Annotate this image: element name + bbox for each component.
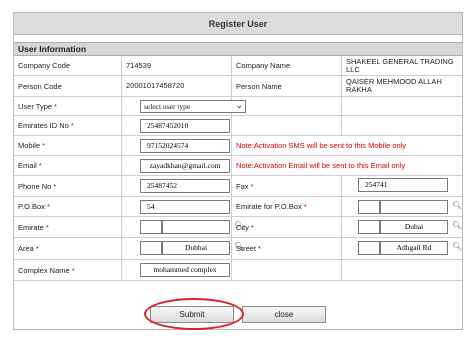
mobile-note: Note:Activation SMS will be sent to this…: [236, 141, 407, 150]
register-user-dialog: Register User User Information Company C…: [13, 12, 463, 330]
company-code-value: 714539: [126, 60, 152, 70]
required-mark: *: [45, 222, 49, 232]
city-label: City *: [236, 222, 254, 232]
company-code-label: Company Code: [18, 61, 71, 70]
required-mark: *: [35, 244, 39, 253]
area-label: Area *: [18, 244, 39, 253]
required-mark: *: [38, 161, 42, 170]
mobile-label: Mobile *: [18, 141, 46, 150]
emirate-code-input[interactable]: [140, 220, 162, 234]
person-name-value: QAISER MEHMOOD ALLAH RAKHA: [346, 77, 442, 94]
area-input[interactable]: Dubhai: [162, 241, 230, 255]
complex-input[interactable]: mohammed complex: [140, 263, 230, 277]
area-code-input[interactable]: [140, 241, 162, 255]
fax-input[interactable]: 254741: [358, 178, 448, 192]
section-title: User Information: [14, 42, 462, 56]
magnifier-icon[interactable]: 🔍︎: [452, 221, 462, 230]
required-mark: *: [70, 121, 74, 130]
emirate-label: Emirate *: [18, 222, 49, 232]
phone-label: Phone No *: [18, 181, 57, 191]
magnifier-icon[interactable]: 🔍︎: [452, 201, 462, 210]
phone-input[interactable]: 25487452: [140, 179, 230, 193]
required-mark: *: [250, 181, 254, 191]
pobox-row: P.O.Box * 54 Emirate for P.O.Box * 🔍︎: [14, 197, 462, 217]
required-mark: *: [54, 101, 57, 111]
email-input[interactable]: zayadkhan@gmail.com: [140, 159, 230, 173]
emirates-id-label: Emirates ID No *: [18, 121, 74, 130]
fax-label: Fax *: [236, 181, 254, 191]
required-mark: *: [258, 244, 261, 253]
user-type-row: User Type * select user type ⌄: [14, 97, 462, 116]
street-input[interactable]: Adhgail Rd: [380, 241, 448, 255]
mobile-input[interactable]: 97152024574: [140, 139, 230, 153]
email-note: Note:Activation Email will be sent to th…: [236, 161, 406, 170]
person-code-label: Person Code: [18, 81, 62, 91]
required-mark: *: [71, 265, 75, 275]
phone-fax-row: Phone No * 25487452 Fax * 254741: [14, 176, 462, 197]
street-label: Street *: [236, 244, 261, 253]
emirate-city-row: Emirate * 🔍︎ City * Dubai 🔍︎: [14, 217, 462, 238]
company-row: Company Code 714539 Company Name SHAKEEL…: [14, 56, 462, 76]
person-code-value: 20001017458720: [126, 81, 185, 90]
email-row: Email * zayadkhan@gmail.com Note:Activati…: [14, 156, 462, 176]
emirate-po-code-input[interactable]: [358, 200, 380, 214]
emirate-po-label: Emirate for P.O.Box *: [236, 202, 307, 211]
company-name-label: Company Name: [236, 61, 291, 70]
user-type-select[interactable]: select user type ⌄: [140, 100, 246, 113]
area-street-row: Area * Dubhai 🔍︎ Street * Adhgail Rd 🔍︎: [14, 238, 462, 260]
email-label: Email *: [18, 161, 42, 170]
person-row: Person Code 20001017458720 Person Name Q…: [14, 76, 462, 97]
required-mark: *: [53, 181, 57, 191]
complex-label: Complex Name *: [18, 265, 75, 275]
company-name-value: SHAKEEL GENERAL TRADING LLC: [346, 56, 454, 74]
pobox-label: P.O.Box *: [18, 202, 50, 211]
complex-row: Complex Name * mohammed complex: [14, 260, 462, 281]
city-code-input[interactable]: [358, 220, 380, 234]
emirates-id-row: Emirates ID No * 25487452010: [14, 116, 462, 136]
emirate-po-input[interactable]: [380, 200, 448, 214]
required-mark: *: [303, 202, 307, 211]
magnifier-icon[interactable]: 🔍︎: [452, 242, 462, 251]
required-mark: *: [250, 222, 254, 232]
mobile-row: Mobile * 97152024574 Note:Activation SMS …: [14, 136, 462, 156]
emirates-id-input[interactable]: 25487452010: [140, 119, 230, 133]
city-input[interactable]: Dubai: [380, 220, 448, 234]
highlight-ring: [144, 298, 244, 330]
street-code-input[interactable]: [358, 241, 380, 255]
required-mark: *: [46, 202, 50, 211]
dialog-title: Register User: [14, 13, 462, 35]
pobox-input[interactable]: 54: [140, 200, 230, 214]
person-name-label: Person Name: [236, 81, 282, 91]
close-button[interactable]: close: [242, 306, 326, 323]
emirate-input[interactable]: [162, 220, 230, 234]
required-mark: *: [42, 141, 46, 150]
user-type-label: User Type *: [18, 101, 57, 111]
